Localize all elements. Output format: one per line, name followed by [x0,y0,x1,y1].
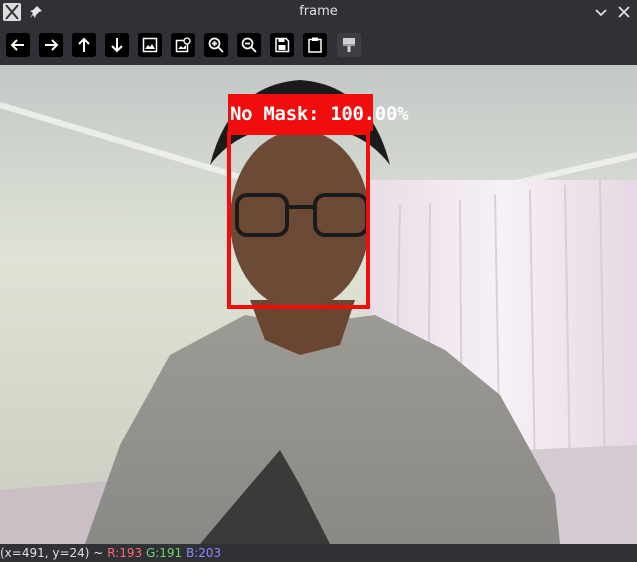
pan-down-button[interactable] [105,33,129,57]
zoom-out-button[interactable] [237,33,261,57]
image-zoom-icon [175,37,191,53]
arrow-right-icon [45,39,59,51]
pixel-blue-value: B:203 [186,546,222,560]
paint-icon [343,38,355,52]
window-title: frame [299,4,338,19]
pan-left-button[interactable] [6,33,30,57]
properties-button[interactable] [337,33,361,57]
status-bar: (x=491, y=24) ~ R:193 G:191 B:203 [0,544,637,562]
arrow-left-icon [10,39,24,51]
arrow-up-icon [78,37,90,52]
save-icon [275,37,290,53]
zoom-in-icon [208,37,224,53]
zoom-to-fit-button[interactable] [138,33,162,57]
clipboard-icon [308,37,322,53]
face-bounding-box [227,131,370,309]
arrow-down-icon [111,38,123,53]
camera-frame-image[interactable]: No Mask: 100.00% [0,65,637,544]
zoom-out-icon [241,37,257,53]
cursor-coordinates: (x=491, y=24) ~ [0,546,104,560]
toolbar [0,24,637,65]
opencv-window: frame No Mask: 100.00% (x=491, y=24) ~ R… [0,0,637,562]
pixel-green-value: G:191 [145,546,183,560]
pan-right-button[interactable] [39,33,63,57]
title-bar[interactable]: frame [0,0,637,24]
pan-up-button[interactable] [72,33,96,57]
copy-clipboard-button[interactable] [303,33,327,57]
detection-label: No Mask: 100.00% [228,94,409,131]
minimize-chevron-icon[interactable] [593,4,609,20]
zoom-in-button[interactable] [204,33,228,57]
detection-label-text: No Mask: 100.00% [230,103,409,125]
zoom-actual-button[interactable] [171,33,195,57]
image-icon [142,37,158,53]
pixel-red-value: R:193 [107,546,143,560]
close-icon[interactable] [616,4,632,20]
save-image-button[interactable] [270,33,294,57]
